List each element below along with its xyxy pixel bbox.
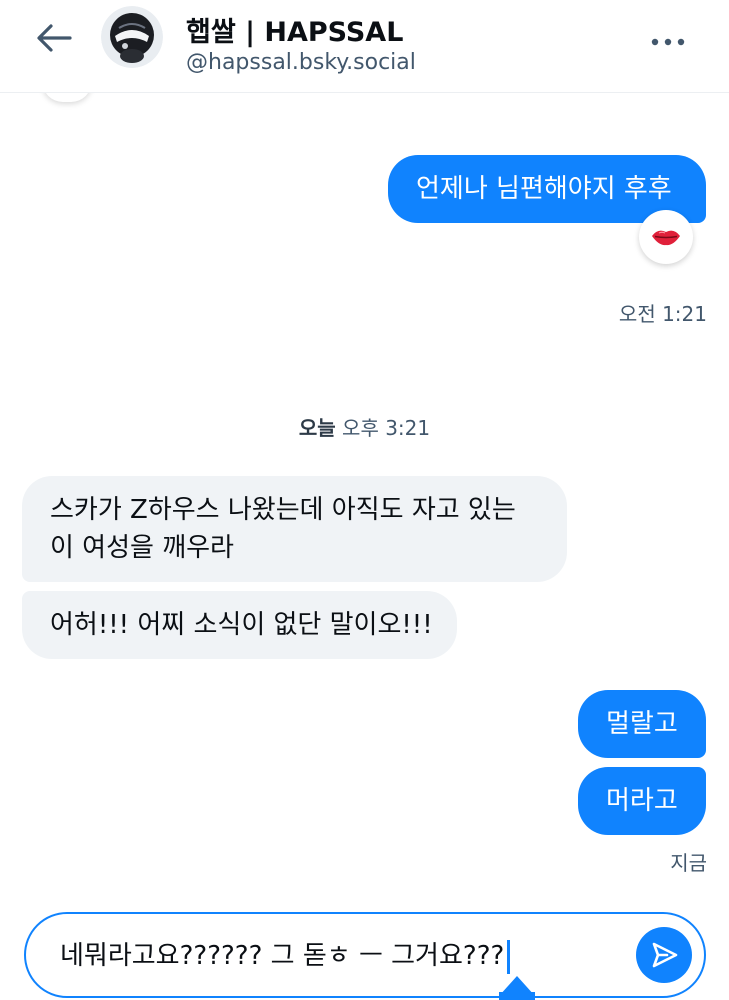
message-bubble-theirs[interactable]: 스카가 Z하우스 나왔는데 아직도 자고 있는 이 여성을 깨우라	[22, 476, 567, 582]
more-options-button[interactable]	[640, 22, 696, 62]
back-button[interactable]	[32, 16, 76, 60]
avatar[interactable]	[101, 6, 163, 68]
message-bubble-theirs[interactable]: 어허!!! 어찌 소식이 없단 말이오!!!	[22, 591, 457, 659]
message-input-text: 네뭐라고요?????? 그 돋ㅎ ㅡ 그거요???	[60, 938, 511, 974]
date-separator-time: 오후 3:21	[342, 416, 431, 440]
ellipsis-icon	[651, 38, 685, 46]
message-line: 스카가 Z하우스 나왔는데 아직도 자고 있는	[50, 495, 516, 525]
display-name[interactable]: 햅쌀 | HAPSSAL	[186, 10, 403, 49]
message-timestamp: 오전 1:21	[618, 302, 707, 326]
send-button[interactable]	[636, 927, 692, 983]
date-separator-today: 오늘	[298, 416, 336, 440]
text-caret	[507, 939, 511, 974]
message-bubble-mine[interactable]: 멀랄고	[578, 690, 706, 758]
message-input[interactable]: 네뭐라고요?????? 그 돋ㅎ ㅡ 그거요???	[24, 912, 706, 998]
lips-emoji-icon	[652, 230, 680, 246]
caret-drag-handle-base[interactable]	[499, 992, 535, 1000]
message-line: 이 여성을 깨우라	[50, 533, 234, 563]
conversation-header: 햅쌀 | HAPSSAL @hapssal.bsky.social	[0, 0, 729, 93]
date-separator: 오늘 오후 3:21	[0, 412, 729, 441]
user-handle: @hapssal.bsky.social	[186, 50, 416, 75]
reaction-chip[interactable]	[639, 210, 693, 264]
message-bubble-mine[interactable]: 머라고	[578, 767, 706, 835]
message-timestamp: 지금	[670, 851, 707, 875]
arrow-left-icon	[37, 24, 72, 52]
send-icon	[652, 942, 678, 968]
message-input-value: 네뭐라고요?????? 그 돋ㅎ ㅡ 그거요???	[60, 941, 505, 971]
